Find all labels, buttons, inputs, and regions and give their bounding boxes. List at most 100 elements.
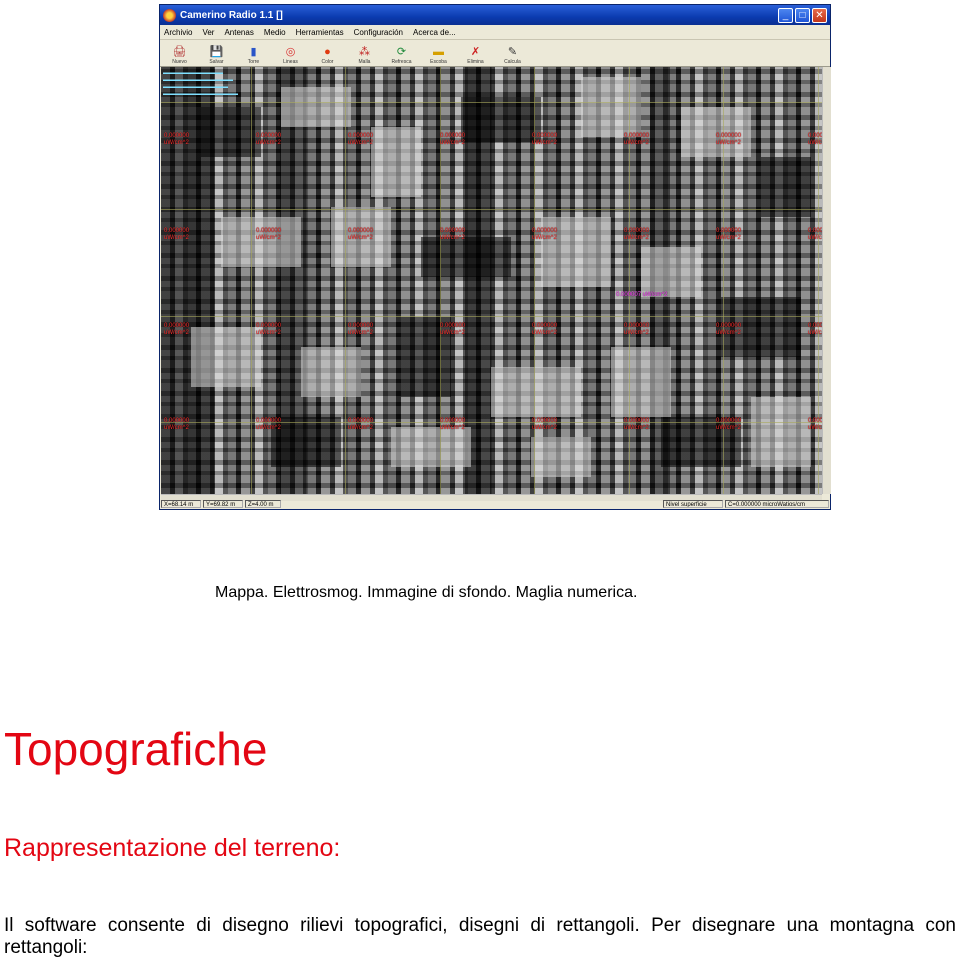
mesh-readout: 0.000000uW/cm^2: [440, 133, 466, 146]
toolbar-label: Nuevo: [172, 59, 187, 65]
broom-icon: ▬: [433, 46, 444, 58]
mesh-readout: 0.000000uW/cm^2: [440, 323, 466, 336]
mesh-gridline: [251, 67, 252, 494]
printer-icon: 🖨: [172, 46, 187, 58]
toolbar-button-refresca[interactable]: ⟳ Refresca: [388, 46, 415, 66]
toolbar-label: Color: [321, 59, 334, 65]
minimize-button[interactable]: _: [778, 7, 793, 23]
calculate-icon: ✎: [507, 46, 518, 58]
menu-archivio[interactable]: Archivio: [164, 28, 192, 37]
toolbar-button-escoba[interactable]: ▬ Escoba: [425, 46, 452, 66]
maximize-button[interactable]: □: [795, 7, 810, 23]
mesh-readout: 0.000000uW/cm^2: [256, 228, 282, 241]
toolbar-button-lineas[interactable]: ◎ Lineas: [277, 46, 304, 66]
building-block: [581, 77, 641, 137]
map-legend: ▬▬▬▬▬▬▬▬▬▬▬▬ ▬▬▬▬▬▬▬▬▬▬▬▬▬▬ ▬▬▬▬▬▬▬▬▬▬▬▬▬ ▬…: [163, 70, 238, 97]
toolbar-button-calcula[interactable]: ✎ Calcula: [499, 46, 526, 66]
mesh-readout: 0.000000uW/cm^2: [440, 228, 466, 241]
mesh-readout: 0.000000uW/cm^2: [624, 323, 650, 336]
lines-icon: ◎: [285, 46, 296, 58]
save-disk-icon: 💾: [209, 46, 224, 58]
toolbar: 🖨 Nuevo 💾 Salvar ▮ Torre ◎ Lineas ● Color ⁂ Malla ⟳ R…: [160, 40, 830, 67]
status-value: C=0.000000 microWatios/cm: [725, 500, 829, 508]
toolbar-label: Refresca: [391, 59, 412, 65]
app-icon: [163, 8, 176, 22]
mesh-readout: 0.000000uW/cm^2: [532, 228, 558, 241]
building-block: [641, 247, 701, 297]
mesh-gridline: [161, 102, 822, 103]
section-subheading: Rappresentazione del terreno:: [4, 834, 341, 862]
mesh-readout: 0.000000uW/cm^2: [256, 418, 282, 431]
title-bar: Camerino Radio 1.1 [] _ □ ✕: [160, 5, 830, 25]
toolbar-label: Malla: [358, 59, 371, 65]
building-block: [761, 157, 811, 217]
building-block: [461, 97, 541, 142]
building-block: [201, 107, 261, 157]
mesh-readout: 0.000000uW/cm^2: [624, 418, 650, 431]
mesh-readout: 0.000000uW/cm^2: [532, 323, 558, 336]
menu-antenas[interactable]: Antenas: [224, 28, 253, 37]
status-level: Nivel superficie: [663, 500, 723, 508]
mesh-readout: 0.000000uW/cm^2: [716, 418, 742, 431]
mesh-readout: 0.000000uW/cm^2: [164, 133, 190, 146]
toolbar-button-nuevo[interactable]: 🖨 Nuevo: [166, 46, 193, 66]
menu-medio[interactable]: Medio: [264, 28, 286, 37]
building-block: [681, 107, 751, 157]
mesh-readout: 0.000000uW/cm^2: [348, 133, 374, 146]
close-button[interactable]: ✕: [812, 7, 827, 23]
figure-caption: Mappa. Elettrosmog. Immagine di sfondo. …: [215, 584, 638, 601]
mesh-readout: 0.000000uW/cm^2: [440, 418, 466, 431]
app-window-screenshot: Camerino Radio 1.1 [] _ □ ✕ Archivio Ver…: [159, 4, 831, 510]
tower-icon: ▮: [250, 46, 257, 58]
toolbar-label: Salvar: [209, 59, 224, 65]
status-z: Z=4.00 m: [245, 500, 281, 508]
toolbar-button-color[interactable]: ● Color: [314, 46, 341, 66]
mesh-readout: 0.000000uW/cm^2: [716, 133, 742, 146]
section-heading: Topografiche: [4, 723, 268, 775]
building-block: [271, 417, 341, 467]
refresh-icon: ⟳: [396, 46, 407, 58]
menu-herramientas[interactable]: Herramientas: [296, 28, 344, 37]
mesh-readout: 0.000000uW/cm^2: [808, 133, 822, 146]
toolbar-label: Lineas: [283, 59, 298, 65]
mesh-readout: 0.000000uW/cm^2: [808, 228, 822, 241]
toolbar-label: Elimina: [467, 59, 484, 65]
toolbar-button-elimina[interactable]: ✗ Elimina: [462, 46, 489, 66]
menu-configuracion[interactable]: Configuración: [354, 28, 403, 37]
mesh-readout: 0.000000uW/cm^2: [808, 418, 822, 431]
building-block: [301, 347, 361, 397]
menu-ver[interactable]: Ver: [202, 28, 214, 37]
mesh-readout: 0.000000uW/cm^2: [532, 133, 558, 146]
delete-icon: ✗: [470, 46, 481, 58]
mesh-readout: 0.000000uW/cm^2: [348, 323, 374, 336]
mesh-gridline: [161, 316, 822, 317]
menu-acerca[interactable]: Acerca de...: [413, 28, 456, 37]
mesh-readout: 0.000000uW/cm^2: [256, 133, 282, 146]
mesh-gridline: [345, 67, 346, 494]
mesh-readout: 0.000000uW/cm^2: [716, 323, 742, 336]
building-block: [281, 87, 351, 127]
toolbar-label: Escoba: [430, 59, 447, 65]
status-bar: X=68.14 m Y=69.82 m Z=4.00 m Nivel super…: [161, 499, 829, 509]
mesh-readout: 0.000000uW/cm^2: [624, 228, 650, 241]
status-spacer: [283, 500, 661, 508]
mesh-readout: 0.000000uW/cm^2: [348, 418, 374, 431]
status-y: Y=69.82 m: [203, 500, 243, 508]
mesh-readout: 0.000000uW/cm^2: [532, 418, 558, 431]
building-block: [391, 427, 471, 467]
grid-icon: ⁂: [359, 46, 370, 58]
building-block: [611, 347, 671, 417]
mesh-readout: 0.000000uW/cm^2: [624, 133, 650, 146]
vertical-scrollbar[interactable]: [822, 67, 831, 494]
toolbar-button-malla[interactable]: ⁂ Malla: [351, 46, 378, 66]
toolbar-label: Calcula: [504, 59, 521, 65]
status-x: X=68.14 m: [161, 500, 201, 508]
window-title: Camerino Radio 1.1 []: [180, 9, 283, 21]
toolbar-button-salvar[interactable]: 💾 Salvar: [203, 46, 230, 66]
toolbar-button-torre[interactable]: ▮ Torre: [240, 46, 267, 66]
building-block: [221, 217, 301, 267]
highlight-readout: 0.000007 uW/cm^2: [616, 292, 668, 298]
building-block: [751, 397, 811, 467]
map-canvas[interactable]: ▬▬▬▬▬▬▬▬▬▬▬▬ ▬▬▬▬▬▬▬▬▬▬▬▬▬▬ ▬▬▬▬▬▬▬▬▬▬▬▬▬ ▬…: [161, 67, 822, 494]
color-icon: ●: [324, 46, 331, 58]
